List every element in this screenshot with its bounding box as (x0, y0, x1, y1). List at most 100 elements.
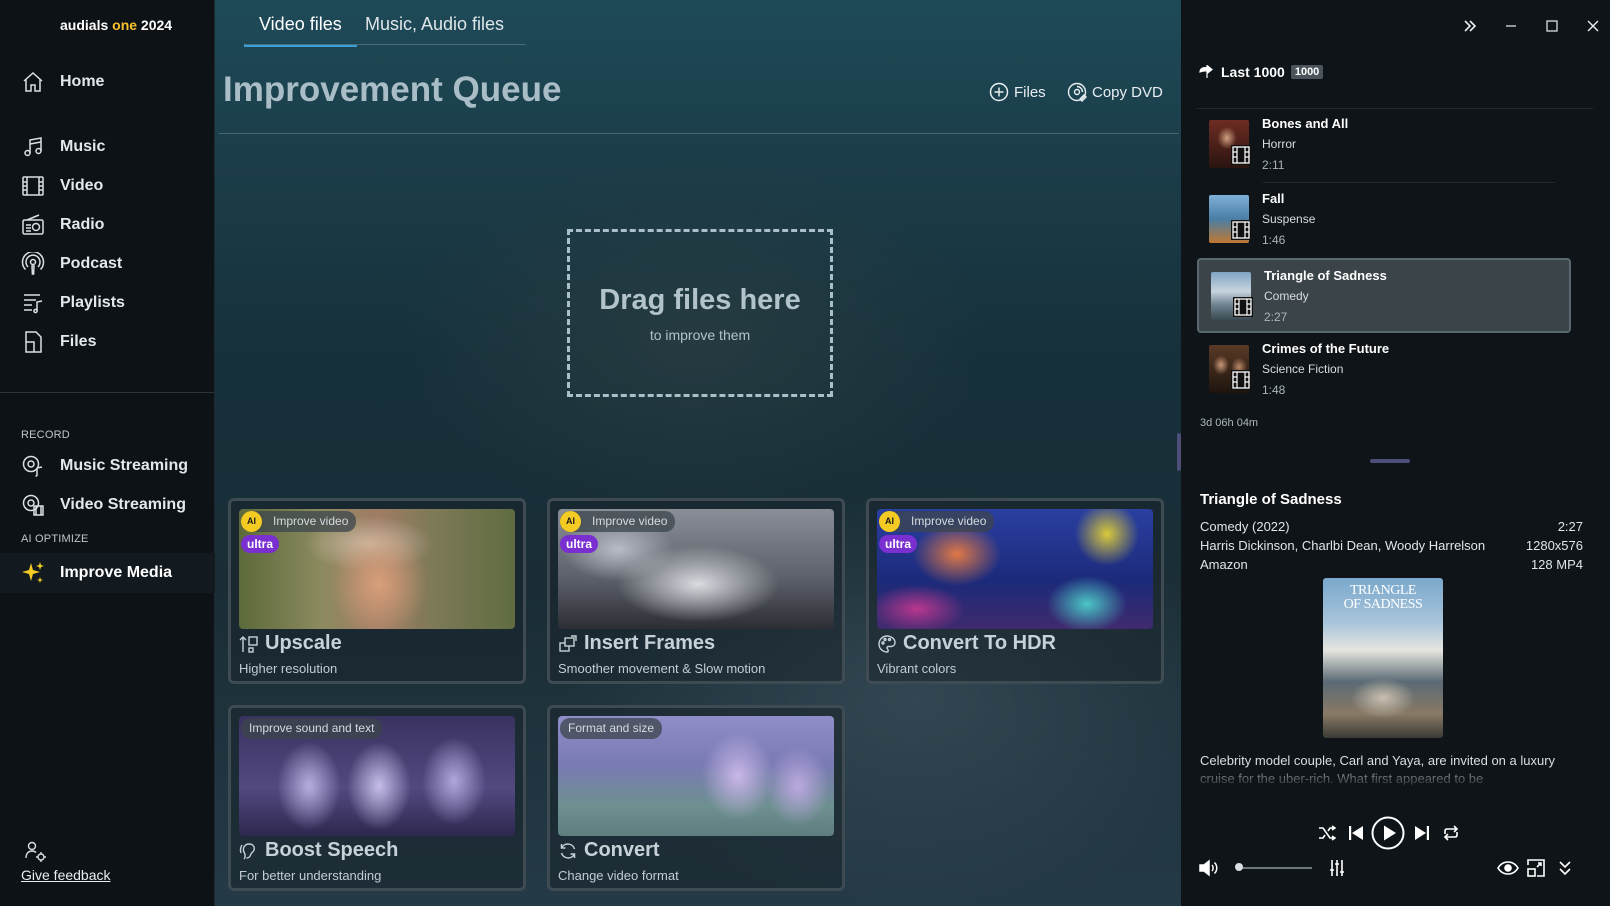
ultra-badge: ultra (560, 535, 599, 553)
palette-icon (878, 634, 896, 653)
list-item[interactable]: Fall Suspense 1:46 (1197, 183, 1571, 256)
feedback-icon (24, 840, 48, 869)
convert-to-hdr-card[interactable]: Improve video AI ultra Convert To HDR Vi… (866, 498, 1164, 684)
panel-splitter[interactable] (1177, 433, 1181, 471)
next-icon[interactable] (1411, 822, 1433, 844)
minimize-icon[interactable] (1499, 14, 1523, 38)
ultra-badge: ultra (241, 535, 280, 553)
sidebar: audials one 2024 Home Music Video Radio … (0, 0, 215, 906)
list-item[interactable]: Crimes of the Future Science Fiction 1:4… (1197, 333, 1571, 406)
shuffle-icon[interactable] (1316, 822, 1338, 844)
eye-icon[interactable] (1496, 857, 1520, 879)
item-duration: 2:27 (1264, 310, 1288, 324)
tab-underline (245, 44, 526, 45)
drop-zone[interactable]: Drag files here to improve them (567, 229, 833, 397)
sparkle-icon (20, 560, 46, 586)
sidebar-item-label: Music Streaming (60, 457, 189, 474)
convert-card[interactable]: Format and size Convert Change video for… (547, 705, 845, 891)
card-title: Upscale (239, 632, 342, 655)
sidebar-item-label: Home (60, 73, 105, 90)
title-separator (219, 133, 1179, 134)
page-title: Improvement Queue (223, 70, 562, 109)
sidebar-item-label: Files (60, 333, 97, 350)
repeat-icon[interactable] (1440, 822, 1462, 844)
sidebar-item-label: Improve Media (60, 564, 173, 581)
home-icon (20, 69, 46, 95)
volume-icon[interactable] (1198, 857, 1220, 879)
tab-music-audio-files[interactable]: Music, Audio files (350, 14, 519, 44)
boost-speech-card[interactable]: Improve sound and text Boost Speech For … (228, 705, 526, 891)
detail-row-genre: Comedy (2022) 2:27 (1200, 519, 1583, 534)
list-title: Last 1000 (1221, 64, 1285, 80)
file-icon (20, 329, 46, 355)
sidebar-item-radio[interactable]: Radio (0, 206, 215, 244)
podcast-icon (20, 251, 46, 277)
sidebar-item-home[interactable]: Home (0, 63, 215, 101)
equalizer-icon[interactable] (1326, 857, 1348, 879)
expand-panel-icon[interactable] (1458, 14, 1482, 38)
item-genre: Suspense (1262, 212, 1316, 226)
sidebar-item-label: Music (60, 138, 106, 155)
resize-grip[interactable] (1370, 459, 1410, 463)
drop-zone-subtitle: to improve them (649, 327, 751, 343)
sidebar-item-music-streaming[interactable]: Music Streaming (0, 447, 215, 485)
item-title: Bones and All (1262, 116, 1349, 131)
item-title: Triangle of Sadness (1264, 268, 1387, 283)
collapse-down-icon[interactable] (1554, 857, 1576, 879)
item-duration: 1:46 (1262, 233, 1286, 247)
detail-description: Celebrity model couple, Carl and Yaya, a… (1200, 752, 1590, 788)
movie-poster: TRIANGLE OF SADNESS (1323, 578, 1443, 738)
music-streaming-icon (20, 453, 46, 479)
film-icon (20, 173, 46, 199)
app-logo: audials one 2024 (60, 17, 173, 33)
sidebar-item-video-streaming[interactable]: Video Streaming (0, 486, 215, 524)
add-files-label: Files (1014, 83, 1046, 101)
upscale-card[interactable]: Improve video AI ultra Upscale Higher re… (228, 498, 526, 684)
maximize-icon[interactable] (1540, 14, 1564, 38)
item-genre: Science Fiction (1262, 362, 1344, 376)
volume-slider-knob[interactable] (1235, 863, 1243, 871)
volume-slider[interactable] (1239, 867, 1312, 869)
play-icon[interactable] (1371, 816, 1405, 850)
radio-icon (20, 212, 46, 238)
detail-format: 128 MP4 (1530, 557, 1583, 572)
disc-icon (1067, 82, 1087, 102)
close-icon[interactable] (1581, 14, 1605, 38)
tab-video-files[interactable]: Video files (244, 14, 357, 47)
card-subtitle: Vibrant colors (877, 661, 957, 676)
item-title: Fall (1262, 191, 1285, 206)
upscale-icon (239, 635, 258, 653)
card-title: Convert (558, 839, 660, 862)
sidebar-item-podcast[interactable]: Podcast (0, 245, 215, 283)
convert-icon (560, 842, 576, 859)
item-duration: 2:11 (1262, 158, 1285, 172)
list-item[interactable]: Bones and All Horror 2:11 (1197, 108, 1571, 181)
ultra-badge: ultra (879, 535, 918, 553)
music-note-icon (20, 134, 46, 160)
copy-dvd-button[interactable]: Copy DVD (1067, 82, 1163, 102)
sidebar-item-music[interactable]: Music (0, 128, 215, 166)
sidebar-item-label: Video (60, 177, 104, 194)
add-files-button[interactable]: Files (989, 82, 1046, 102)
sidebar-item-files[interactable]: Files (0, 323, 215, 361)
poster-title-line2: OF SADNESS (1343, 597, 1423, 612)
sidebar-item-playlists[interactable]: Playlists (0, 284, 215, 322)
sidebar-item-improve-media[interactable]: Improve Media (0, 553, 215, 593)
right-panel: Last 1000 1000 Bones and All Horror 2:11… (1177, 0, 1610, 906)
poster-title-line1: TRIANGLE (1350, 583, 1417, 598)
sidebar-item-label: Video Streaming (60, 496, 186, 513)
previous-icon[interactable] (1345, 822, 1367, 844)
item-genre: Horror (1262, 137, 1297, 151)
card-title: Boost Speech (239, 839, 398, 862)
detail-resolution: 1280x576 (1525, 538, 1583, 553)
list-item-selected[interactable]: Triangle of Sadness Comedy 2:27 (1197, 258, 1571, 333)
give-feedback-link[interactable]: Give feedback (21, 867, 111, 883)
sidebar-item-video[interactable]: Video (0, 167, 215, 205)
drop-zone-title: Drag files here (599, 284, 801, 316)
list-count-badge: 1000 (1290, 65, 1324, 79)
insert-frames-card[interactable]: Improve video AI ultra Insert Frames Smo… (547, 498, 845, 684)
detail-genre-year: Comedy (2022) (1200, 519, 1290, 534)
fullscreen-icon[interactable] (1525, 857, 1547, 879)
list-header[interactable]: Last 1000 1000 (1199, 64, 1324, 80)
item-genre: Comedy (1264, 289, 1309, 303)
